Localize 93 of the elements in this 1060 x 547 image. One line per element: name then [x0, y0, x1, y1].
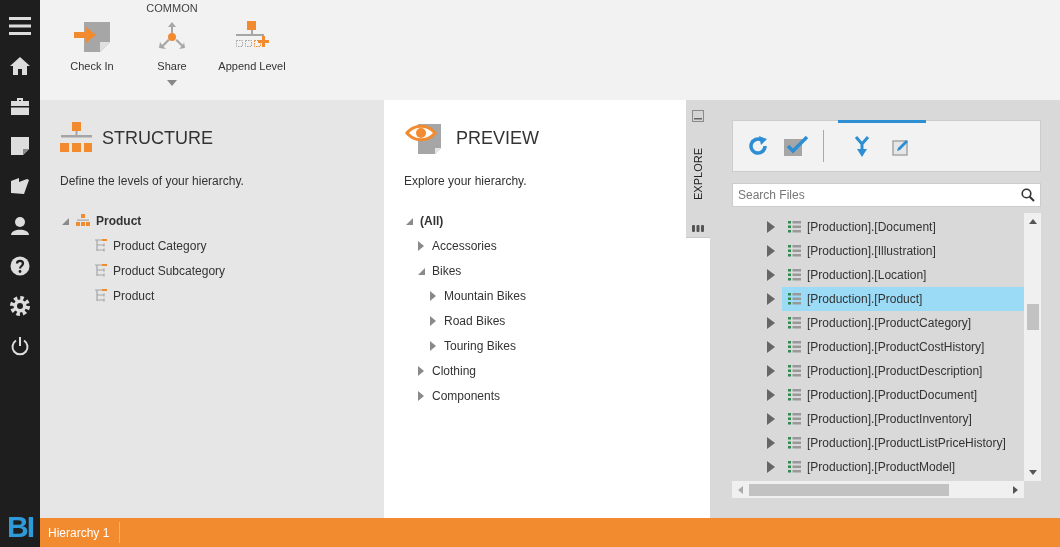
note-icon[interactable]: [10, 136, 30, 156]
table-list-item[interactable]: [Production].[ProductCostHistory]: [782, 335, 1024, 359]
tree-item[interactable]: Mountain Bikes: [444, 288, 527, 303]
tree-item[interactable]: Clothing: [432, 363, 477, 378]
tree-item[interactable]: Accessories: [432, 238, 497, 253]
append-level-button[interactable]: Append Level: [212, 18, 292, 88]
table-list-item[interactable]: [Production].[ProductDescription]: [782, 359, 1024, 383]
collapsed-arrow-icon[interactable]: [416, 240, 426, 251]
collapsed-arrow-icon[interactable]: [766, 365, 776, 377]
user-icon[interactable]: [10, 216, 30, 236]
briefcase-icon[interactable]: [10, 96, 30, 116]
scroll-right-icon[interactable]: [1013, 485, 1018, 494]
collapsed-arrow-icon[interactable]: [416, 390, 426, 401]
panel-description: Explore your hierarchy.: [404, 174, 528, 188]
table-list-item[interactable]: [Production].[ProductDocument]: [782, 383, 1024, 407]
level-icon: [94, 264, 107, 277]
table-icon: [788, 221, 801, 233]
collapsed-arrow-icon[interactable]: [766, 437, 776, 449]
tree-item[interactable]: Product Category: [113, 238, 207, 253]
folder-icon[interactable]: [10, 176, 30, 196]
search-field[interactable]: Search Files: [732, 183, 1041, 207]
table-icon: [788, 389, 801, 401]
table-icon: [788, 317, 801, 329]
scroll-up-icon[interactable]: [1028, 219, 1037, 224]
table-list-item[interactable]: [Production].[ProductListPriceHistory]: [782, 431, 1024, 455]
search-icon[interactable]: [1021, 188, 1035, 202]
collapsed-arrow-icon[interactable]: [766, 245, 776, 257]
table-icon: [788, 437, 801, 449]
table-list-item[interactable]: [Production].[Location]: [782, 263, 1024, 287]
panel-description: Define the levels of your hierarchy.: [60, 174, 245, 188]
home-icon[interactable]: [10, 56, 30, 76]
collapsed-arrow-icon[interactable]: [416, 365, 426, 376]
merge-down-icon[interactable]: [854, 136, 870, 158]
panel-title: STRUCTURE: [102, 127, 213, 149]
group-label: COMMON: [146, 2, 198, 14]
collapsed-arrow-icon[interactable]: [766, 293, 776, 305]
collapsed-arrow-icon[interactable]: [766, 389, 776, 401]
table-icon: [788, 461, 801, 473]
level-icon: [94, 289, 107, 302]
tree-item[interactable]: Touring Bikes: [444, 338, 517, 353]
hierarchy-icon: [76, 214, 90, 227]
tree-item[interactable]: (All): [420, 213, 444, 228]
vertical-scrollbar[interactable]: [1024, 213, 1041, 481]
document-arrow-icon: [72, 20, 112, 52]
tree-item[interactable]: Road Bikes: [444, 313, 506, 328]
menu-icon[interactable]: [9, 16, 31, 36]
collapsed-arrow-icon[interactable]: [428, 290, 438, 301]
collapsed-arrow-icon[interactable]: [766, 269, 776, 281]
collapsed-arrow-icon[interactable]: [766, 461, 776, 473]
table-icon: [788, 293, 801, 305]
panel-title: PREVIEW: [456, 127, 539, 149]
collapsed-arrow-icon[interactable]: [428, 340, 438, 351]
share-button[interactable]: Share: [132, 18, 212, 88]
edit-icon[interactable]: [892, 138, 910, 156]
tree-item[interactable]: Product: [113, 288, 155, 303]
table-list-item[interactable]: [Production].[Product]: [782, 287, 1024, 311]
table-list-item[interactable]: [Production].[ProductModel]: [782, 455, 1024, 479]
level-icon: [94, 239, 107, 252]
table-icon: [788, 245, 801, 257]
table-icon: [788, 413, 801, 425]
checkbox-icon[interactable]: [783, 135, 809, 157]
scroll-thumb[interactable]: [1026, 304, 1039, 330]
power-icon[interactable]: [10, 336, 30, 356]
table-icon: [788, 365, 801, 377]
refresh-icon[interactable]: [747, 135, 769, 157]
tree-item[interactable]: Product: [96, 213, 142, 228]
table-icon: [788, 341, 801, 353]
explore-tab[interactable]: EXPLORE: [686, 100, 710, 238]
collapsed-arrow-icon[interactable]: [766, 413, 776, 425]
table-list-item[interactable]: [Production].[Illustration]: [782, 239, 1024, 263]
tree-item[interactable]: Bikes: [432, 263, 462, 278]
table-icon: [788, 269, 801, 281]
collapsed-arrow-icon[interactable]: [428, 315, 438, 326]
hierarchy-icon: [60, 122, 92, 154]
tree-item[interactable]: Components: [432, 388, 501, 403]
caret-icon[interactable]: [167, 80, 177, 86]
minimize-icon[interactable]: [692, 110, 704, 122]
table-list-item[interactable]: [Production].[Document]: [782, 215, 1024, 239]
scroll-down-icon[interactable]: [1028, 470, 1037, 475]
help-icon[interactable]: [10, 256, 30, 276]
tree-item[interactable]: Product Subcategory: [113, 263, 226, 278]
share-icon: [156, 20, 188, 52]
collapsed-arrow-icon[interactable]: [766, 341, 776, 353]
check-in-button[interactable]: Check In: [52, 18, 132, 88]
collapsed-arrow-icon[interactable]: [766, 317, 776, 329]
horizontal-scrollbar[interactable]: [732, 481, 1024, 498]
bi-logo: BI: [6, 509, 34, 545]
collapsed-arrow-icon[interactable]: [766, 221, 776, 233]
grip-icon: [692, 225, 704, 232]
settings-icon[interactable]: [10, 296, 30, 316]
table-list-item[interactable]: [Production].[ProductInventory]: [782, 407, 1024, 431]
scroll-thumb[interactable]: [749, 483, 949, 496]
table-list-item[interactable]: [Production].[ProductCategory]: [782, 311, 1024, 335]
